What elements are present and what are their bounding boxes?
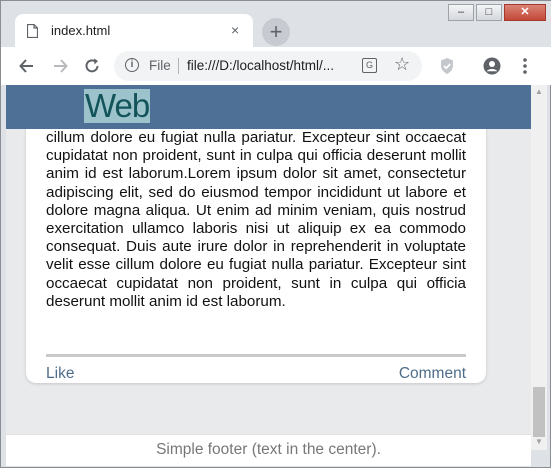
close-icon[interactable]: × — [231, 23, 239, 37]
address-divider — [178, 58, 179, 74]
maximize-button[interactable]: □ — [476, 4, 502, 21]
tab-strip: index.html × + – □ ✕ — [1, 1, 551, 47]
footer-text: Simple footer (text in the center). — [156, 441, 381, 458]
minimize-button[interactable]: – — [448, 4, 474, 21]
scrollbar-thumb[interactable] — [533, 387, 545, 437]
window-close-button[interactable]: ✕ — [504, 4, 546, 21]
window-close-icon: ✕ — [520, 6, 530, 18]
post-card: cillum dolore eu fugiat nulla pariatur. … — [26, 99, 486, 383]
like-link[interactable]: Like — [46, 365, 74, 383]
new-tab-button[interactable]: + — [262, 18, 290, 46]
menu-kebab-icon[interactable] — [515, 56, 535, 76]
page-footer: Simple footer (text in the center). — [6, 434, 531, 466]
shield-icon[interactable] — [437, 56, 457, 76]
info-icon[interactable]: i — [125, 58, 139, 72]
address-bar[interactable]: i File file:///D:/localhost/html/... G ☆ — [114, 51, 422, 81]
site-logo[interactable]: Web — [84, 89, 150, 123]
vertical-scrollbar[interactable]: ▲ ▼ — [531, 85, 547, 450]
reload-icon[interactable] — [82, 56, 102, 76]
translate-icon[interactable]: G — [362, 58, 377, 73]
scroll-down-arrow-icon[interactable]: ▼ — [535, 437, 543, 446]
comment-link[interactable]: Comment — [399, 365, 466, 383]
maximize-icon: □ — [485, 6, 493, 18]
url-text[interactable]: file:///D:/localhost/html/... — [187, 58, 334, 73]
minimize-icon: – — [457, 6, 465, 18]
bookmark-star-icon[interactable]: ☆ — [394, 54, 410, 75]
scheme-label: File — [149, 58, 171, 73]
browser-toolbar: i File file:///D:/localhost/html/... G ☆ — [1, 47, 551, 85]
browser-window: index.html × + – □ ✕ i File file:///D:/l… — [0, 0, 551, 468]
card-body-text: cillum dolore eu fugiat nulla pariatur. … — [46, 129, 466, 310]
page-icon — [27, 24, 38, 38]
profile-avatar-icon[interactable] — [482, 56, 502, 76]
window-controls: – □ ✕ — [446, 4, 546, 21]
card-divider — [46, 354, 466, 357]
tab-title: index.html — [51, 23, 111, 38]
scroll-up-arrow-icon[interactable]: ▲ — [535, 87, 543, 96]
tab-index-html[interactable]: index.html × — [15, 14, 253, 47]
forward-arrow-icon[interactable] — [50, 56, 70, 76]
page-viewport: cillum dolore eu fugiat nulla pariatur. … — [6, 85, 531, 434]
back-arrow-icon[interactable] — [17, 56, 37, 76]
page-header: Web — [6, 85, 531, 129]
